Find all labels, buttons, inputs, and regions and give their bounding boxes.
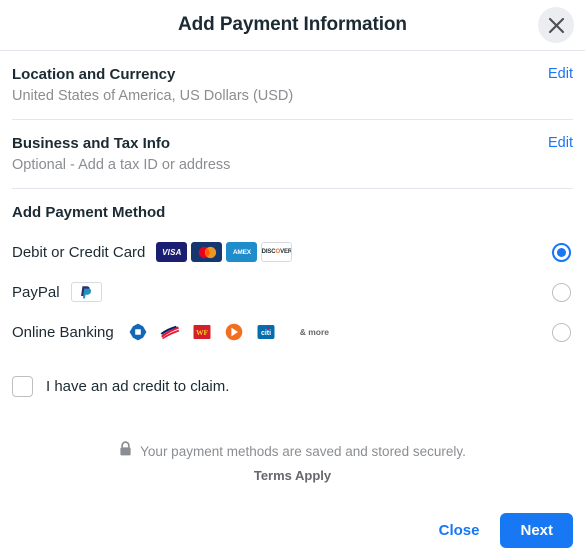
amex-icon: AMEX xyxy=(226,242,258,262)
secure-note: Your payment methods are saved and store… xyxy=(0,441,585,483)
dialog-header: Add Payment Information xyxy=(0,0,585,51)
svg-text:citi: citi xyxy=(261,330,271,337)
more-banks-label: & more xyxy=(299,327,330,337)
payment-method-label: PayPal xyxy=(12,283,60,301)
edit-location-currency-link[interactable]: Edit xyxy=(548,65,573,84)
close-x-glyph xyxy=(548,17,564,33)
secure-line: Your payment methods are saved and store… xyxy=(0,441,585,462)
payment-method-online-banking[interactable]: Online Banking WF citi & more xyxy=(12,312,573,352)
payment-method-paypal[interactable]: PayPal xyxy=(12,272,573,312)
ad-credit-label: I have an ad credit to claim. xyxy=(46,378,230,395)
close-icon[interactable] xyxy=(538,7,574,43)
bank-logo-group: WF citi & more xyxy=(128,322,329,342)
bank-of-america-icon xyxy=(160,322,180,342)
radio-debit-credit-card[interactable] xyxy=(552,242,571,262)
chase-icon xyxy=(128,322,148,342)
edit-business-tax-link[interactable]: Edit xyxy=(548,134,573,153)
radio-online-banking[interactable] xyxy=(552,322,571,342)
mastercard-icon xyxy=(191,242,223,262)
mastercard-circles xyxy=(198,246,216,258)
dialog-footer: Close Next xyxy=(0,508,585,558)
secure-text: Your payment methods are saved and store… xyxy=(140,444,466,459)
section-add-payment-method: Add Payment Method Debit or Credit Card … xyxy=(0,189,585,358)
card-logo-group: VISA AMEX DISCOVER xyxy=(156,242,293,262)
page-title: Add Payment Information xyxy=(178,14,407,35)
visa-icon: VISA xyxy=(156,242,188,262)
discover-bank-icon xyxy=(224,322,244,342)
close-button[interactable]: Close xyxy=(426,513,493,548)
citi-icon: citi xyxy=(256,322,276,342)
section-title: Business and Tax Info xyxy=(12,135,171,152)
section-subtitle: Optional - Add a tax ID or address xyxy=(12,157,231,173)
payment-method-label: Debit or Credit Card xyxy=(12,243,146,261)
section-business-and-tax-info: Business and Tax Info Optional - Add a t… xyxy=(0,120,585,188)
discover-wordmark: DISCOVER xyxy=(261,249,293,255)
payment-method-debit-credit-card[interactable]: Debit or Credit Card VISA AMEX DISCOVER xyxy=(12,232,573,272)
paypal-glyph xyxy=(81,285,92,298)
section-title: Location and Currency xyxy=(12,66,176,83)
svg-text:WF: WF xyxy=(196,328,209,337)
chase-octagon xyxy=(129,323,147,341)
terms-apply-link[interactable]: Terms Apply xyxy=(0,468,585,483)
ad-credit-checkbox[interactable] xyxy=(12,376,33,397)
paypal-logo-group xyxy=(70,282,102,302)
paypal-icon xyxy=(70,282,102,302)
wells-fargo-icon: WF xyxy=(192,322,212,342)
citi-box: citi xyxy=(257,325,275,339)
section-subtitle: United States of America, US Dollars (US… xyxy=(12,88,294,104)
dialog-body: Location and Currency United States of A… xyxy=(0,51,585,508)
radio-paypal[interactable] xyxy=(552,282,571,302)
ad-credit-checkbox-row[interactable]: I have an ad credit to claim. xyxy=(0,358,585,397)
wells-fargo-box: WF xyxy=(193,325,211,339)
lock-glyph xyxy=(120,441,131,456)
add-payment-information-dialog: Add Payment Information Location and Cur… xyxy=(0,0,585,558)
section-location-and-currency: Location and Currency United States of A… xyxy=(0,51,585,119)
next-button[interactable]: Next xyxy=(500,512,573,548)
amex-wordmark: AMEX xyxy=(232,248,251,256)
payment-method-label: Online Banking xyxy=(12,323,114,341)
section-title: Add Payment Method xyxy=(12,204,166,221)
discover-icon: DISCOVER xyxy=(261,242,293,262)
visa-wordmark: VISA xyxy=(162,247,182,257)
lock-icon xyxy=(119,441,132,462)
boa-flag xyxy=(160,325,180,339)
discover-circle xyxy=(225,323,243,341)
